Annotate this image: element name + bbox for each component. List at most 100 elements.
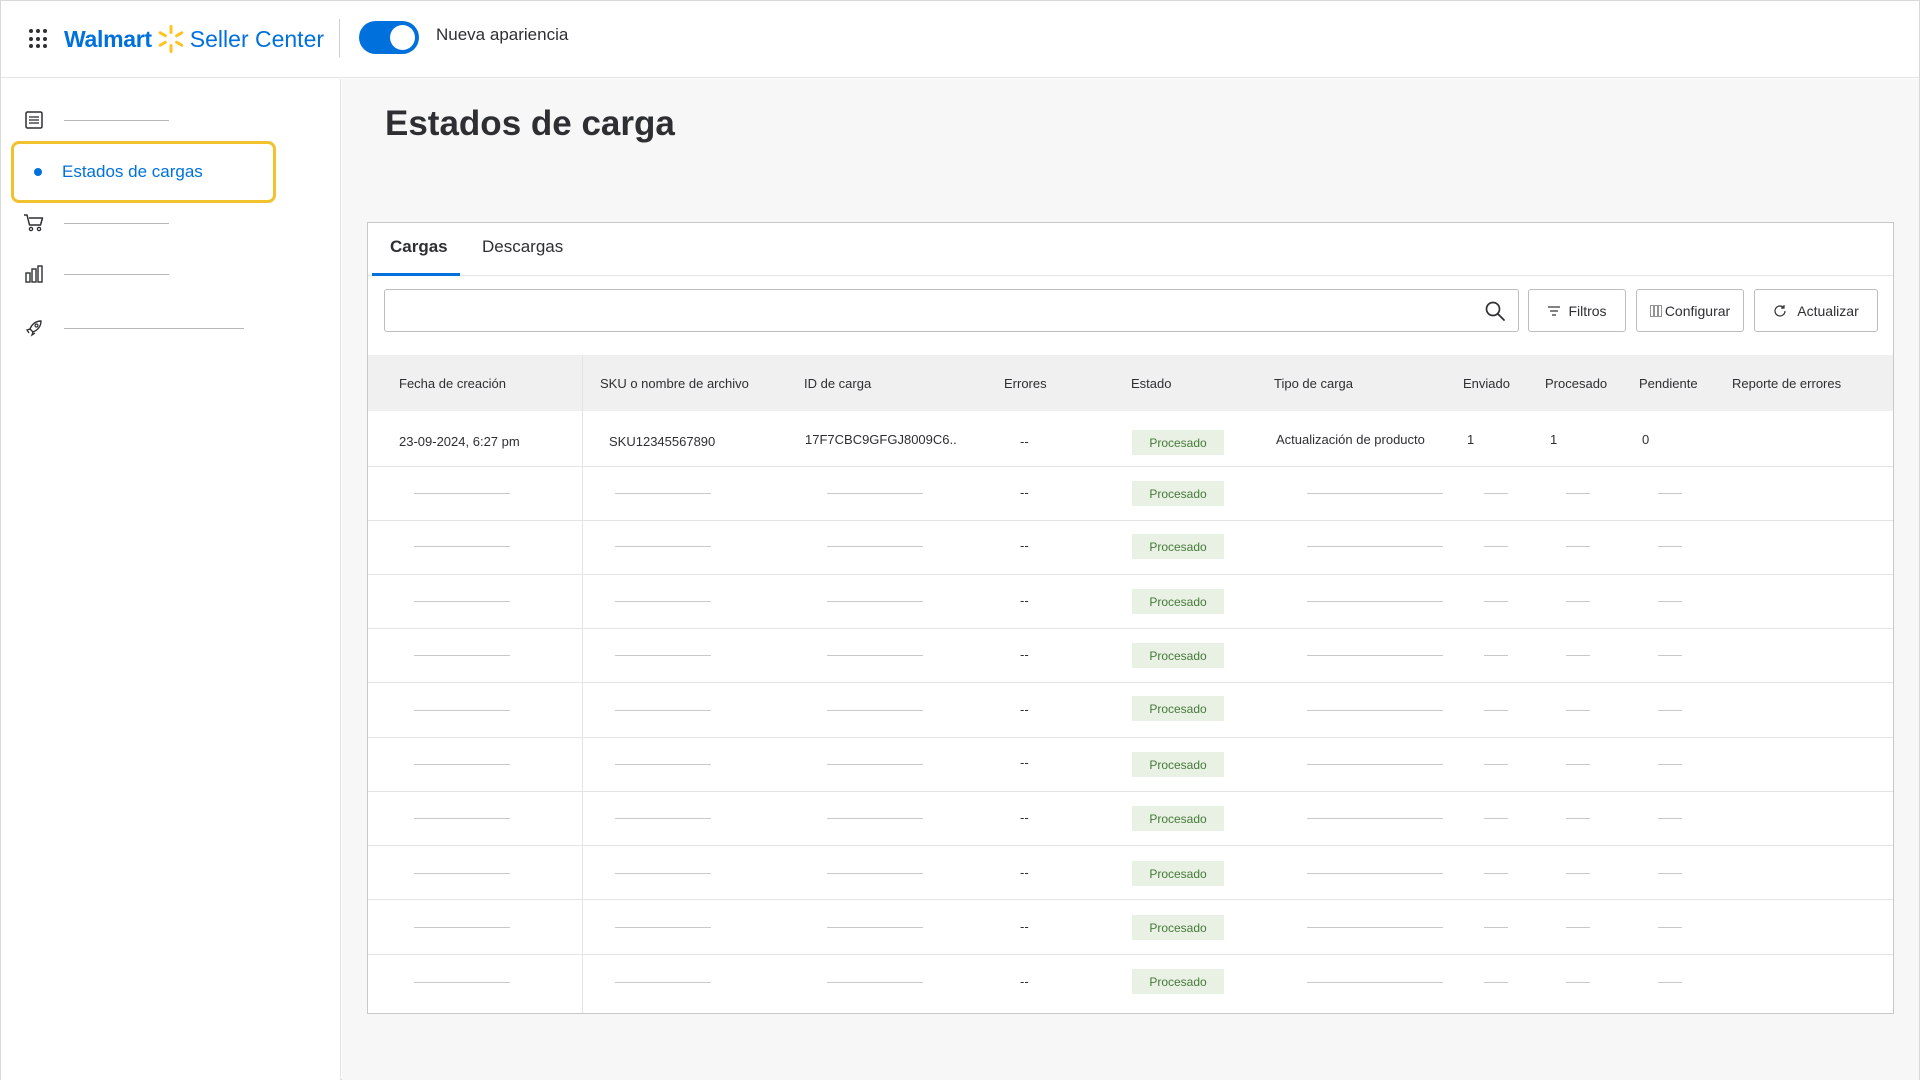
cell-placeholder [1566, 764, 1590, 765]
cell-placeholder [414, 927, 510, 928]
column-divider [582, 355, 583, 1013]
cell-placeholder [827, 818, 923, 819]
cell-placeholder [1658, 982, 1682, 983]
cell-placeholder [1566, 982, 1590, 983]
cell-placeholder [827, 764, 923, 765]
cell-placeholder [1307, 655, 1443, 656]
col-header-upload-type[interactable]: Tipo de carga [1274, 376, 1353, 391]
cell-placeholder [1566, 710, 1590, 711]
cell-placeholder [1566, 818, 1590, 819]
refresh-label: Actualizar [1797, 302, 1859, 319]
cell-placeholder [1307, 764, 1443, 765]
status-badge: Procesado [1132, 806, 1224, 831]
walmart-seller-center-logo[interactable]: Walmart Seller Center [64, 21, 324, 57]
toggle-knob [390, 25, 415, 50]
filters-button[interactable]: Filtros [1528, 289, 1626, 332]
tab-bar: Cargas Descargas [368, 223, 1893, 276]
sidebar-item-label: Estados de cargas [62, 162, 203, 181]
cell-errors: -- [1020, 485, 1029, 500]
refresh-icon [1773, 304, 1787, 318]
cell-placeholder [615, 546, 711, 547]
cell-placeholder [1307, 546, 1443, 547]
search-icon[interactable] [1484, 300, 1506, 322]
filter-icon [1547, 305, 1561, 317]
tab-uploads[interactable]: Cargas [390, 237, 448, 269]
cell-placeholder [1484, 546, 1508, 547]
sidebar-item-label-placeholder [64, 222, 169, 224]
cell-placeholder [615, 764, 711, 765]
cell-placeholder [414, 764, 510, 765]
search-input[interactable] [395, 290, 1475, 331]
cell-errors: -- [1020, 755, 1029, 770]
status-badge: Procesado [1132, 915, 1224, 940]
cell-placeholder [615, 818, 711, 819]
row-divider [368, 954, 1893, 955]
cell-errors: -- [1020, 919, 1029, 934]
new-look-toggle-label: Nueva apariencia [436, 25, 569, 44]
col-header-upload-id[interactable]: ID de carga [804, 376, 871, 391]
rocket-icon [23, 317, 45, 339]
sidebar-item-upload-status[interactable]: Estados de cargas [11, 141, 276, 203]
cell-sku: SKU12345567890 [609, 434, 716, 449]
status-badge: Procesado [1132, 969, 1224, 994]
active-dot-icon [34, 168, 42, 176]
col-header-error-report[interactable]: Reporte de errores [1732, 376, 1841, 391]
cell-placeholder [1484, 493, 1508, 494]
cell-placeholder [1566, 873, 1590, 874]
cell-placeholder [1307, 982, 1443, 983]
cell-placeholder [615, 927, 711, 928]
cell-placeholder [1658, 493, 1682, 494]
cell-placeholder [827, 927, 923, 928]
cell-placeholder [615, 982, 711, 983]
cell-placeholder [1566, 655, 1590, 656]
sidebar-item-growth[interactable] [23, 317, 244, 339]
header-divider [339, 19, 340, 57]
cell-placeholder [1484, 601, 1508, 602]
cell-placeholder [827, 601, 923, 602]
sidebar-item-label-placeholder [64, 119, 169, 121]
col-header-status[interactable]: Estado [1131, 376, 1171, 391]
cell-placeholder [414, 710, 510, 711]
spark-icon [158, 25, 184, 53]
cell-placeholder [414, 493, 510, 494]
cell-placeholder [615, 601, 711, 602]
col-header-sent[interactable]: Enviado [1463, 376, 1510, 391]
col-header-sku[interactable]: SKU o nombre de archivo [600, 376, 749, 391]
sidebar-item-cart[interactable] [23, 212, 169, 234]
search-box [384, 289, 1519, 332]
cell-placeholder [1658, 927, 1682, 928]
status-badge: Procesado [1132, 534, 1224, 559]
cell-placeholder [827, 493, 923, 494]
cell-created-date: 23-09-2024, 6:27 pm [399, 434, 520, 449]
cell-placeholder [1658, 710, 1682, 711]
new-look-toggle[interactable] [359, 21, 419, 54]
col-header-pending[interactable]: Pendiente [1639, 376, 1698, 391]
row-divider [368, 845, 1893, 846]
configure-button[interactable]: Configurar [1636, 289, 1744, 332]
cell-placeholder [414, 601, 510, 602]
cell-placeholder [615, 493, 711, 494]
refresh-button[interactable]: Actualizar [1754, 289, 1878, 332]
cell-placeholder [414, 982, 510, 983]
cell-upload-id[interactable]: 17F7CBC9GFGJ8009C6.. [805, 432, 957, 447]
col-header-created-date[interactable]: Fecha de creación [399, 376, 506, 391]
cell-placeholder [1484, 655, 1508, 656]
top-header: Walmart Seller Center Nueva apariencia [1, 1, 1919, 78]
page-title: Estados de carga [385, 104, 675, 143]
col-header-errors[interactable]: Errores [1004, 376, 1047, 391]
columns-icon [1649, 304, 1662, 317]
sidebar-item-analytics[interactable] [23, 263, 169, 285]
cell-placeholder [1307, 818, 1443, 819]
app-grid-icon[interactable] [29, 29, 49, 49]
cell-placeholder [1566, 546, 1590, 547]
tab-downloads[interactable]: Descargas [482, 237, 563, 269]
status-badge: Procesado [1132, 430, 1224, 455]
cell-errors: -- [1020, 702, 1029, 717]
cell-placeholder [1658, 601, 1682, 602]
sidebar-item-list[interactable] [23, 109, 169, 131]
cell-placeholder [1566, 493, 1590, 494]
cell-placeholder [1307, 493, 1443, 494]
col-header-processed[interactable]: Procesado [1545, 376, 1607, 391]
cell-placeholder [1484, 982, 1508, 983]
cell-placeholder [414, 546, 510, 547]
